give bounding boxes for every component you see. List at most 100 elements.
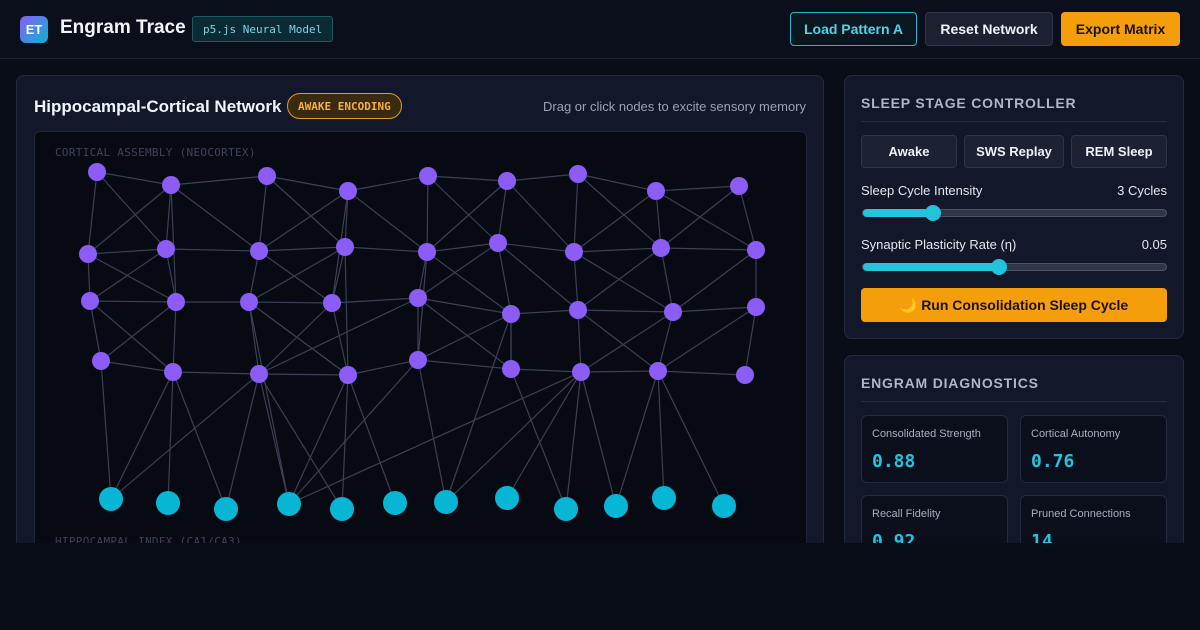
cortical-node[interactable] [240,293,258,311]
intensity-label: Sleep Cycle Intensity [861,183,983,198]
cortical-node[interactable] [652,239,670,257]
cortical-node[interactable] [323,294,341,312]
cortical-node[interactable] [164,363,182,381]
cortical-node[interactable] [565,243,583,261]
cortical-synapse [266,175,349,192]
cortical-node[interactable] [419,167,437,185]
cortical-synapse [573,190,657,253]
cortical-node[interactable] [647,182,665,200]
cortical-node[interactable] [250,242,268,260]
export-matrix-button[interactable]: Export Matrix [1061,12,1180,46]
plasticity-slider[interactable] [862,259,1167,275]
cortical-node[interactable] [498,172,516,190]
cortical-synapse [258,302,333,375]
engram-diagnostics: ENGRAM DIAGNOSTICS Consolidated Strength… [844,355,1184,575]
hippocampal-node[interactable] [554,497,578,521]
cortical-synapse [347,190,428,253]
cortical-node[interactable] [157,240,175,258]
hippocampal-projection [445,371,582,503]
cortical-node[interactable] [747,241,765,259]
cortical-node[interactable] [730,177,748,195]
cortical-synapse [657,370,746,376]
intensity-slider-thumb[interactable] [924,205,941,221]
cortical-synapse [331,297,419,304]
hippocampal-projection [110,373,260,500]
cortical-synapse [738,185,757,251]
cortical-node[interactable] [502,360,520,378]
run-consolidation-button[interactable]: 🌙 Run Consolidation Sleep Cycle [861,288,1167,322]
cortical-node[interactable] [409,289,427,307]
cortical-node[interactable] [736,366,754,384]
stage-awake-button[interactable]: Awake [861,135,957,168]
diagnostics-title: ENGRAM DIAGNOSTICS [861,375,1039,391]
hippocampal-projection [417,359,447,503]
cortical-synapse [497,242,575,253]
cortical-node[interactable] [572,363,590,381]
cortical-node[interactable] [649,362,667,380]
cortical-node[interactable] [88,163,106,181]
hippocampal-node[interactable] [652,486,676,510]
cortical-node[interactable] [81,292,99,310]
hippocampal-projection [100,360,112,500]
cortical-synapse [89,248,167,302]
cortical-node[interactable] [258,167,276,185]
stat-label: Pruned Connections [1031,508,1131,520]
hippocampal-node[interactable] [604,494,628,518]
hippocampal-node[interactable] [330,497,354,521]
cortical-node[interactable] [569,165,587,183]
cortical-node[interactable] [502,305,520,323]
cortical-node[interactable] [92,352,110,370]
hippocampal-node[interactable] [383,491,407,515]
cortical-node[interactable] [418,243,436,261]
cortical-node[interactable] [79,245,97,263]
cortical-node[interactable] [162,176,180,194]
reset-network-button[interactable]: Reset Network [925,12,1053,46]
cortical-node[interactable] [409,351,427,369]
hippocampal-node[interactable] [99,487,123,511]
stat-card-consolidated-strength: Consolidated Strength 0.88 [861,415,1008,483]
cortical-synapse [344,246,428,253]
cortical-synapse [258,190,349,252]
stat-value: 0.76 [1031,451,1075,472]
hippocampal-node[interactable] [712,494,736,518]
cortical-synapse [510,309,579,315]
intensity-slider[interactable] [862,205,1167,221]
stage-sws-button[interactable]: SWS Replay [964,135,1064,168]
cortical-synapse [87,253,177,303]
cortical-synapse [248,301,333,304]
cortical-synapse [89,300,102,362]
hippocampal-node[interactable] [277,492,301,516]
cortical-synapse [344,246,349,376]
controller-divider [861,121,1167,122]
hippocampal-node[interactable] [156,491,180,515]
cortical-node[interactable] [339,366,357,384]
cortical-synapse [510,368,582,373]
cortical-node[interactable] [339,182,357,200]
viewport-fold [0,543,1200,630]
cortical-synapse [258,250,333,304]
cortical-node[interactable] [489,234,507,252]
cortical-node[interactable] [747,298,765,316]
hippocampal-node[interactable] [214,497,238,521]
network-hint: Drag or click nodes to excite sensory me… [543,99,806,114]
network-graph[interactable] [35,132,807,561]
cortical-synapse [172,301,177,373]
hippocampal-projection [615,370,659,507]
cortical-node[interactable] [664,303,682,321]
cortical-node[interactable] [569,301,587,319]
plasticity-slider-thumb[interactable] [991,259,1008,275]
hippocampal-node[interactable] [434,490,458,514]
cortical-node[interactable] [336,238,354,256]
stage-rem-button[interactable]: REM Sleep [1071,135,1167,168]
cortical-synapse [248,301,260,375]
cortical-synapse [258,297,419,375]
hippocampal-projection [510,368,567,510]
stat-value: 0.88 [872,451,916,472]
stat-label: Recall Fidelity [872,508,941,520]
cortical-node[interactable] [167,293,185,311]
load-pattern-button[interactable]: Load Pattern A [790,12,917,46]
hippocampal-node[interactable] [495,486,519,510]
cortical-synapse [577,247,662,311]
network-canvas[interactable]: CORTICAL ASSEMBLY (NEOCORTEX) HIPPOCAMPA… [34,131,807,561]
cortical-node[interactable] [250,365,268,383]
